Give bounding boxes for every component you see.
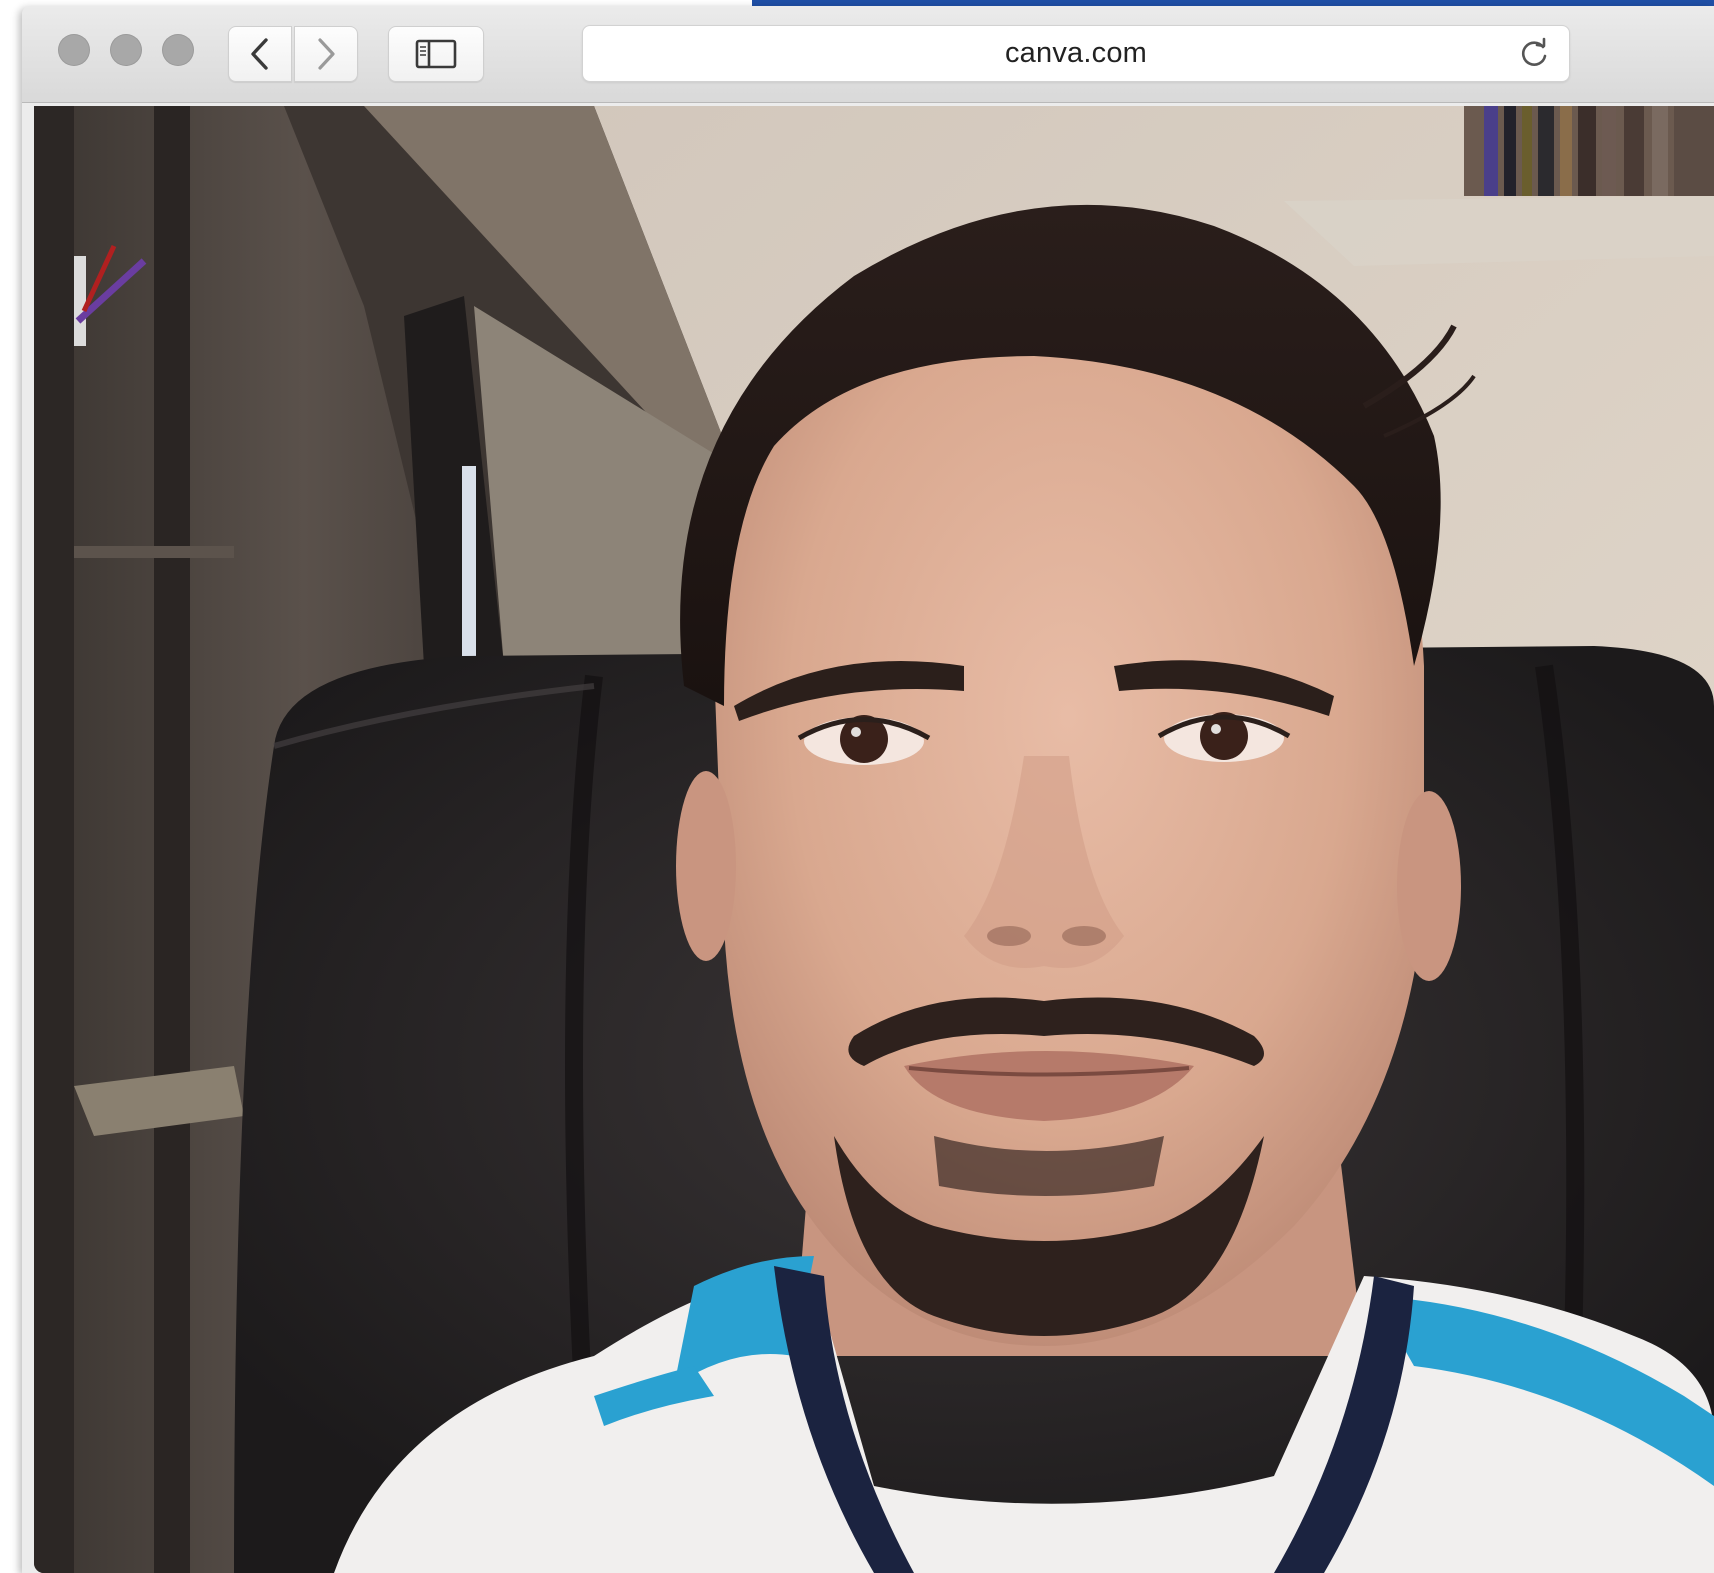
sidebar-toggle-button[interactable] [388, 26, 484, 82]
address-bar[interactable]: canva.com [582, 25, 1570, 82]
chevron-left-icon [251, 38, 268, 70]
chevron-right-icon [318, 38, 335, 70]
reload-icon[interactable] [1517, 37, 1551, 71]
url-text[interactable]: canva.com [583, 26, 1569, 81]
back-button[interactable] [228, 26, 292, 82]
forward-button[interactable] [294, 26, 358, 82]
minimize-window-button[interactable] [110, 34, 142, 66]
browser-window: canva.com [22, 6, 1714, 1573]
sidebar-icon [415, 39, 457, 69]
browser-toolbar: canva.com [22, 6, 1714, 103]
webcam-photo [34, 106, 1714, 1573]
close-window-button[interactable] [58, 34, 90, 66]
selfie-photo [34, 106, 1714, 1573]
maximize-window-button[interactable] [162, 34, 194, 66]
screen: canva.com [0, 0, 1714, 1573]
